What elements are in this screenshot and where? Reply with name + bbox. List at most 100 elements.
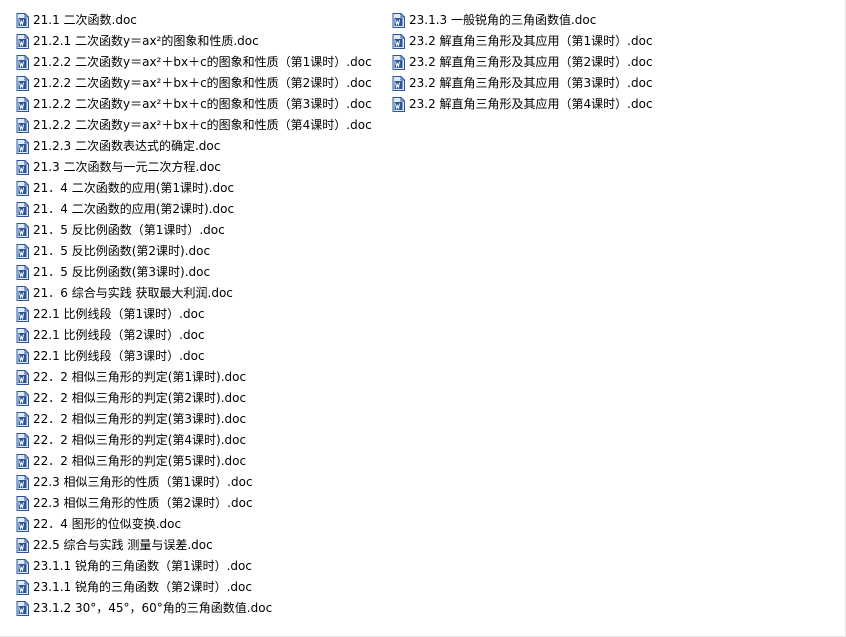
file-name: 21.2.2 二次函数y＝ax²＋bx＋c的图象和性质（第1课时）.doc (33, 55, 372, 69)
word-doc-icon (16, 223, 33, 238)
file-name: 23.2 解直角三角形及其应用（第4课时）.doc (409, 97, 653, 111)
file-name: 21.1 二次函数.doc (33, 13, 137, 27)
file-item[interactable]: 21.2.2 二次函数y＝ax²＋bx＋c的图象和性质（第3课时）.doc (16, 94, 386, 115)
file-name: 22.1 比例线段（第2课时）.doc (33, 328, 205, 342)
file-item[interactable]: 21．4 二次函数的应用(第2课时).doc (16, 199, 386, 220)
word-doc-icon (16, 34, 33, 49)
file-item[interactable]: 22.3 相似三角形的性质（第1课时）.doc (16, 472, 386, 493)
file-column-2: 23.1.3 一般锐角的三角函数值.doc 23.2 解直角三角形及其应用（第1课… (392, 10, 752, 115)
file-item[interactable]: 21.2.3 二次函数表达式的确定.doc (16, 136, 386, 157)
file-item[interactable]: 21．5 反比例函数(第3课时).doc (16, 262, 386, 283)
file-name: 21．5 反比例函数（第1课时）.doc (33, 223, 225, 237)
file-list-pane: 21.1 二次函数.doc 21.2.1 二次函数y＝ax²的图象和性质.doc 2… (0, 0, 846, 637)
word-doc-icon (16, 139, 33, 154)
file-name: 21．4 二次函数的应用(第1课时).doc (33, 181, 235, 195)
word-doc-icon (16, 391, 33, 406)
file-item[interactable]: 22．2 相似三角形的判定(第4课时).doc (16, 430, 386, 451)
file-name: 21．6 综合与实践 获取最大利润.doc (33, 286, 233, 300)
file-name: 21.3 二次函数与一元二次方程.doc (33, 160, 221, 174)
file-item[interactable]: 23.2 解直角三角形及其应用（第2课时）.doc (392, 52, 752, 73)
file-name: 21.2.2 二次函数y＝ax²＋bx＋c的图象和性质（第2课时）.doc (33, 76, 372, 90)
file-name: 22．2 相似三角形的判定(第4课时).doc (33, 433, 247, 447)
file-item[interactable]: 23.1.2 30°，45°，60°角的三角函数值.doc (16, 598, 386, 619)
file-item[interactable]: 22.1 比例线段（第1课时）.doc (16, 304, 386, 325)
file-name: 23.1.3 一般锐角的三角函数值.doc (409, 13, 597, 27)
file-name: 23.2 解直角三角形及其应用（第2课时）.doc (409, 55, 653, 69)
file-name: 23.1.1 锐角的三角函数（第1课时）.doc (33, 559, 252, 573)
file-item[interactable]: 23.2 解直角三角形及其应用（第1课时）.doc (392, 31, 752, 52)
word-doc-icon (16, 265, 33, 280)
file-name: 21．4 二次函数的应用(第2课时).doc (33, 202, 235, 216)
file-column-1: 21.1 二次函数.doc 21.2.1 二次函数y＝ax²的图象和性质.doc 2… (16, 10, 386, 619)
word-doc-icon (16, 202, 33, 217)
file-name: 22.1 比例线段（第3课时）.doc (33, 349, 205, 363)
word-doc-icon (16, 601, 33, 616)
file-item[interactable]: 22．2 相似三角形的判定(第5课时).doc (16, 451, 386, 472)
file-name: 21.2.1 二次函数y＝ax²的图象和性质.doc (33, 34, 259, 48)
file-item[interactable]: 22.5 综合与实践 测量与误差.doc (16, 535, 386, 556)
file-name: 23.1.2 30°，45°，60°角的三角函数值.doc (33, 601, 273, 615)
file-item[interactable]: 23.1.1 锐角的三角函数（第2课时）.doc (16, 577, 386, 598)
word-doc-icon (16, 55, 33, 70)
word-doc-icon (392, 55, 409, 70)
word-doc-icon (16, 76, 33, 91)
file-item[interactable]: 22．4 图形的位似变换.doc (16, 514, 386, 535)
file-item[interactable]: 21．4 二次函数的应用(第1课时).doc (16, 178, 386, 199)
file-item[interactable]: 22.1 比例线段（第3课时）.doc (16, 346, 386, 367)
word-doc-icon (16, 517, 33, 532)
file-item[interactable]: 23.1.1 锐角的三角函数（第1课时）.doc (16, 556, 386, 577)
file-item[interactable]: 22．2 相似三角形的判定(第3课时).doc (16, 409, 386, 430)
word-doc-icon (16, 580, 33, 595)
file-item[interactable]: 22．2 相似三角形的判定(第1课时).doc (16, 367, 386, 388)
word-doc-icon (16, 307, 33, 322)
word-doc-icon (16, 496, 33, 511)
file-name: 22．2 相似三角形的判定(第2课时).doc (33, 391, 247, 405)
file-name: 23.1.1 锐角的三角函数（第2课时）.doc (33, 580, 252, 594)
file-name: 21．5 反比例函数(第2课时).doc (33, 244, 211, 258)
file-name: 22．2 相似三角形的判定(第1课时).doc (33, 370, 247, 384)
file-name: 21.2.2 二次函数y＝ax²＋bx＋c的图象和性质（第3课时）.doc (33, 97, 372, 111)
file-name: 23.2 解直角三角形及其应用（第3课时）.doc (409, 76, 653, 90)
word-doc-icon (16, 328, 33, 343)
file-item[interactable]: 22.1 比例线段（第2课时）.doc (16, 325, 386, 346)
file-item[interactable]: 21.2.1 二次函数y＝ax²的图象和性质.doc (16, 31, 386, 52)
file-item[interactable]: 23.2 解直角三角形及其应用（第3课时）.doc (392, 73, 752, 94)
word-doc-icon (16, 160, 33, 175)
file-name: 21.2.3 二次函数表达式的确定.doc (33, 139, 221, 153)
file-name: 22.5 综合与实践 测量与误差.doc (33, 538, 213, 552)
file-item[interactable]: 21.3 二次函数与一元二次方程.doc (16, 157, 386, 178)
file-item[interactable]: 21.2.2 二次函数y＝ax²＋bx＋c的图象和性质（第1课时）.doc (16, 52, 386, 73)
file-item[interactable]: 23.2 解直角三角形及其应用（第4课时）.doc (392, 94, 752, 115)
file-name: 22.3 相似三角形的性质（第2课时）.doc (33, 496, 253, 510)
word-doc-icon (16, 454, 33, 469)
file-item[interactable]: 21．5 反比例函数（第1课时）.doc (16, 220, 386, 241)
word-doc-icon (392, 76, 409, 91)
file-item[interactable]: 21.2.2 二次函数y＝ax²＋bx＋c的图象和性质（第2课时）.doc (16, 73, 386, 94)
file-name: 21.2.2 二次函数y＝ax²＋bx＋c的图象和性质（第4课时）.doc (33, 118, 372, 132)
word-doc-icon (16, 13, 33, 28)
word-doc-icon (16, 370, 33, 385)
word-doc-icon (16, 349, 33, 364)
file-name: 22.3 相似三角形的性质（第1课时）.doc (33, 475, 253, 489)
word-doc-icon (16, 244, 33, 259)
word-doc-icon (392, 97, 409, 112)
file-name: 21．5 反比例函数(第3课时).doc (33, 265, 211, 279)
word-doc-icon (392, 13, 409, 28)
word-doc-icon (16, 559, 33, 574)
file-item[interactable]: 22.3 相似三角形的性质（第2课时）.doc (16, 493, 386, 514)
word-doc-icon (16, 412, 33, 427)
file-item[interactable]: 23.1.3 一般锐角的三角函数值.doc (392, 10, 752, 31)
file-name: 22．4 图形的位似变换.doc (33, 517, 182, 531)
file-item[interactable]: 21．5 反比例函数(第2课时).doc (16, 241, 386, 262)
file-name: 22．2 相似三角形的判定(第5课时).doc (33, 454, 247, 468)
word-doc-icon (392, 34, 409, 49)
file-name: 22.1 比例线段（第1课时）.doc (33, 307, 205, 321)
word-doc-icon (16, 475, 33, 490)
file-item[interactable]: 21.2.2 二次函数y＝ax²＋bx＋c的图象和性质（第4课时）.doc (16, 115, 386, 136)
file-item[interactable]: 21．6 综合与实践 获取最大利润.doc (16, 283, 386, 304)
word-doc-icon (16, 433, 33, 448)
file-item[interactable]: 21.1 二次函数.doc (16, 10, 386, 31)
word-doc-icon (16, 286, 33, 301)
file-item[interactable]: 22．2 相似三角形的判定(第2课时).doc (16, 388, 386, 409)
word-doc-icon (16, 97, 33, 112)
